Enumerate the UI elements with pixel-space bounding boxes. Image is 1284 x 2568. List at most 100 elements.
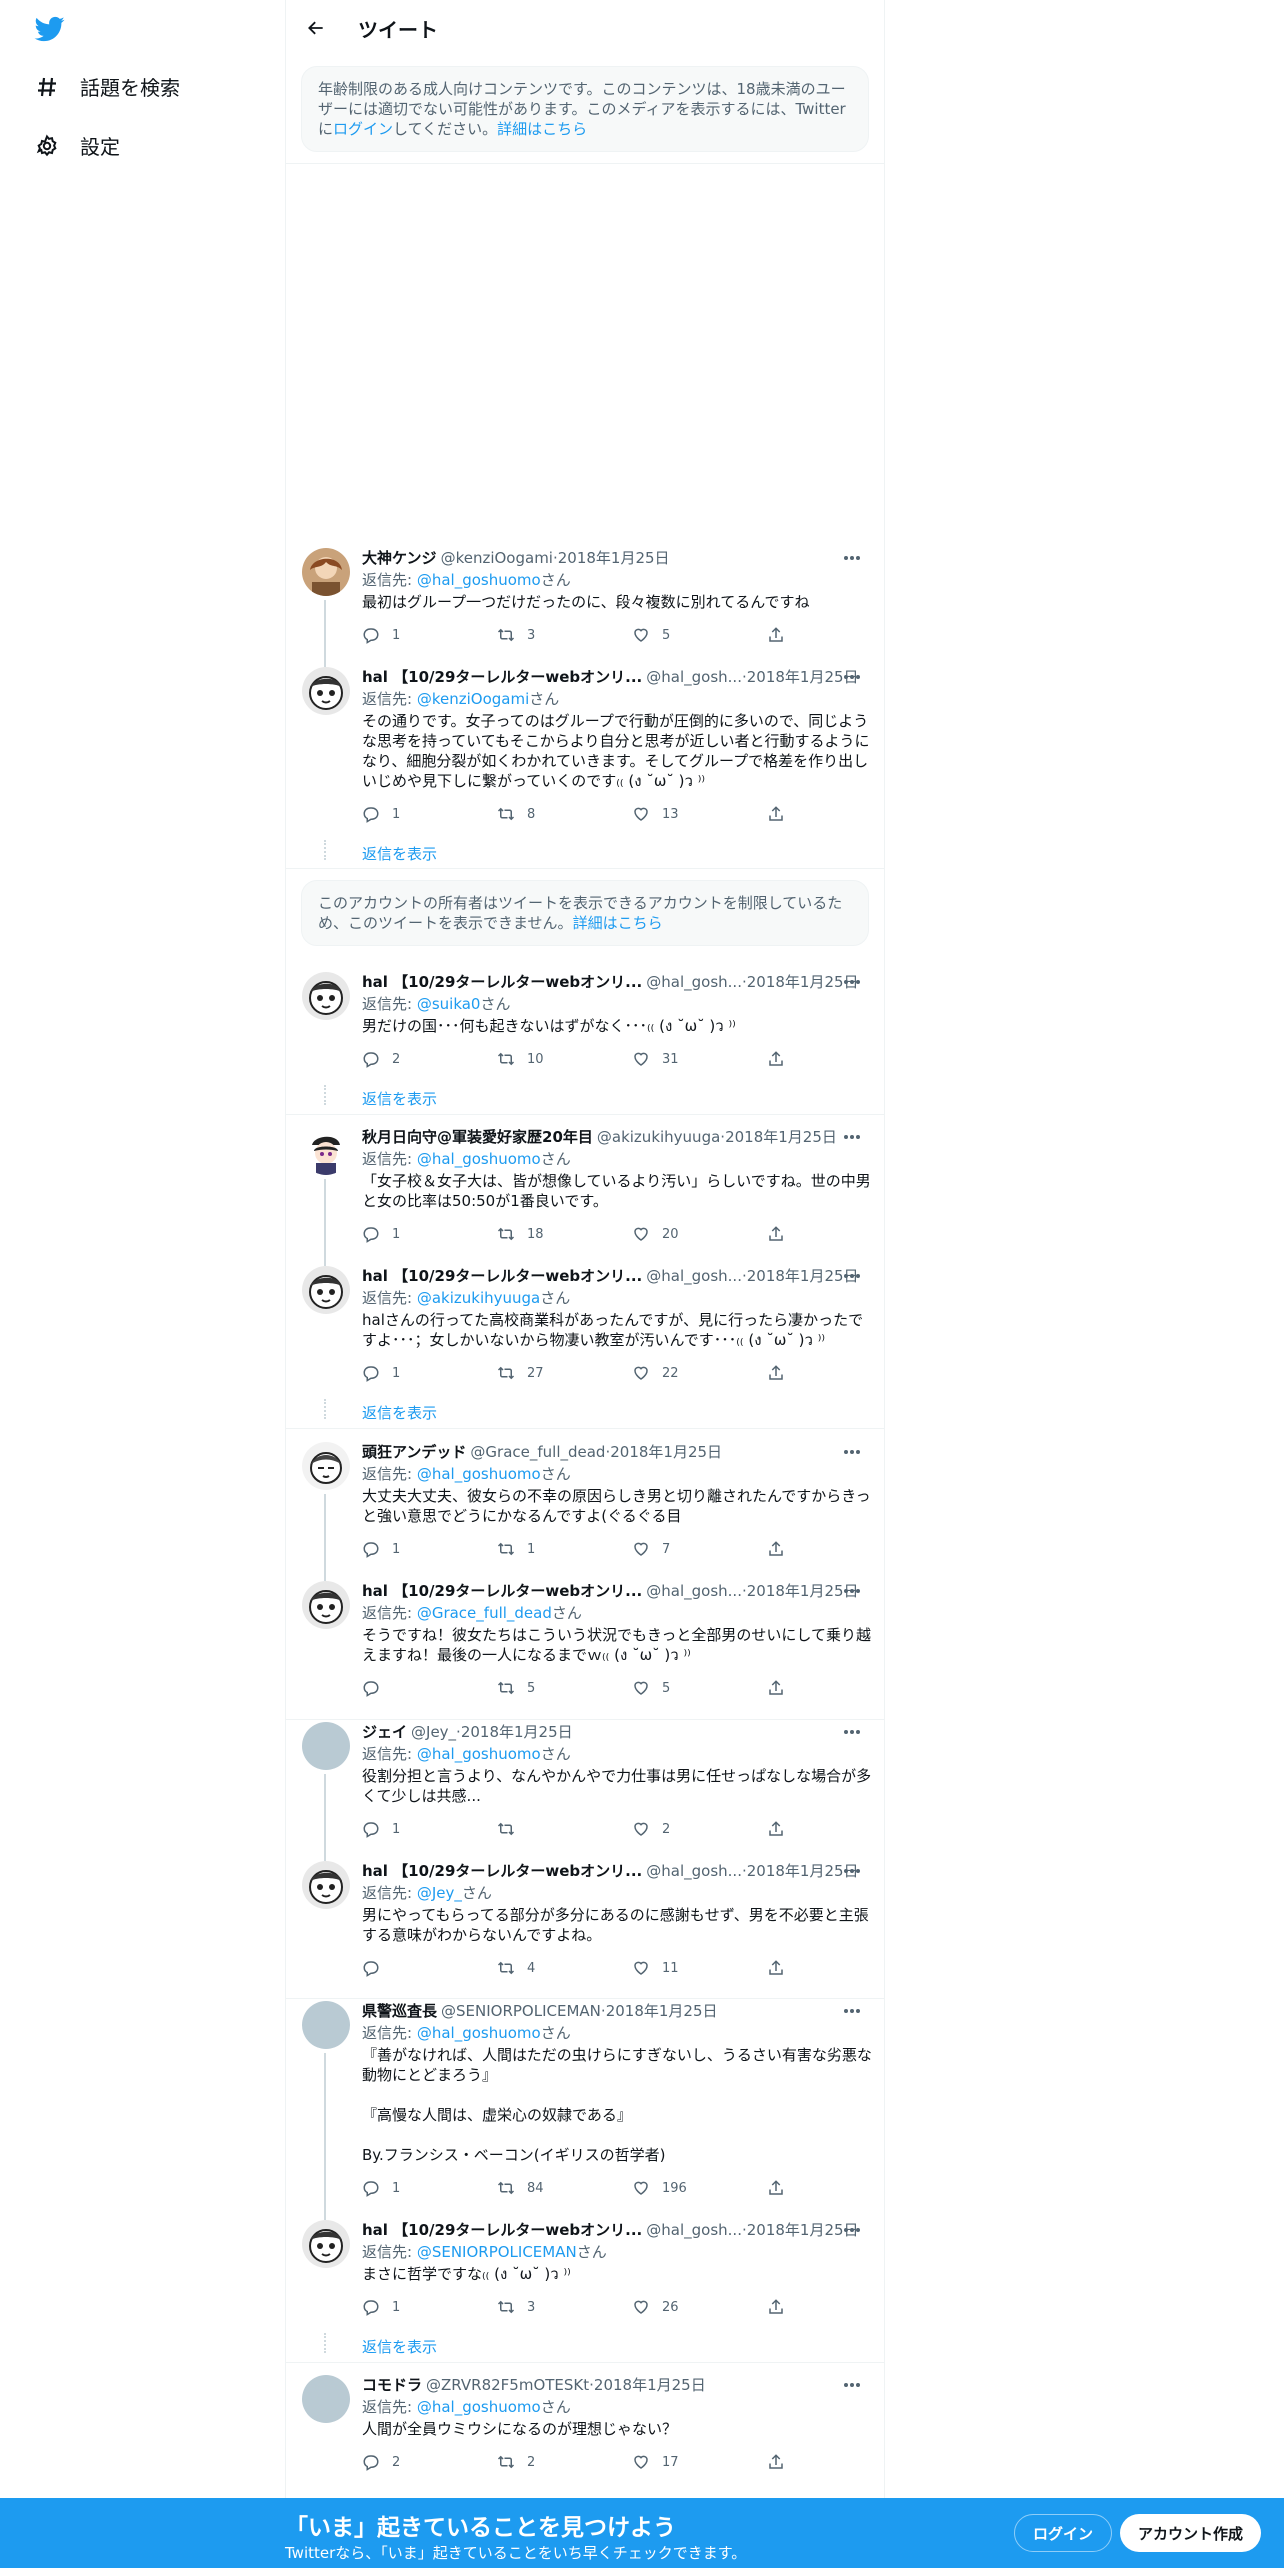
author-handle[interactable]: @hal_gosh...: [646, 2220, 742, 2240]
show-replies-link[interactable]: 返信を表示: [362, 1088, 437, 1109]
share-button[interactable]: [767, 625, 797, 645]
retweet-button[interactable]: 4: [497, 1958, 632, 1978]
reply-to-handle[interactable]: @hal_goshuomo: [417, 571, 541, 589]
author-handle[interactable]: @SENIORPOLICEMAN: [441, 2001, 601, 2021]
reply-to-handle[interactable]: @hal_goshuomo: [417, 2398, 541, 2416]
author-name[interactable]: hal 【10/29ターレルターwebオンリ...: [362, 667, 642, 687]
tweet-date[interactable]: 2018年1月25日: [606, 2001, 718, 2021]
sidebar-item-explore[interactable]: 話題を検索: [34, 72, 180, 101]
author-handle[interactable]: @hal_gosh...: [646, 1861, 742, 1881]
reply-button[interactable]: 1: [362, 2297, 497, 2317]
more-options-icon[interactable]: [842, 1127, 862, 1147]
reply-to-handle[interactable]: @hal_goshuomo: [417, 1150, 541, 1168]
signup-button[interactable]: アカウント作成: [1120, 2514, 1262, 2552]
reply-to-handle[interactable]: @hal_goshuomo: [417, 1745, 541, 1763]
share-button[interactable]: [767, 1049, 797, 1069]
tweet-date[interactable]: 2018年1月25日: [558, 548, 670, 568]
reply-to-handle[interactable]: @akizukihyuuga: [417, 1289, 540, 1307]
reply-button[interactable]: [362, 1958, 497, 1978]
avatar[interactable]: [302, 2220, 350, 2268]
reply-to-handle[interactable]: @hal_goshuomo: [417, 2024, 541, 2042]
avatar[interactable]: [302, 1722, 350, 1770]
reply-to-handle[interactable]: @suika0: [417, 995, 481, 1013]
author-name[interactable]: hal 【10/29ターレルターwebオンリ...: [362, 972, 642, 992]
reply-button[interactable]: 1: [362, 1363, 497, 1383]
reply-to-handle[interactable]: @kenziOogami: [417, 690, 529, 708]
reply-button[interactable]: 1: [362, 1224, 497, 1244]
author-handle[interactable]: @kenziOogami: [441, 548, 553, 568]
avatar[interactable]: [302, 667, 350, 715]
author-handle[interactable]: @ZRVR82F5mOTESKt: [426, 2375, 589, 2395]
tweet-date[interactable]: 2018年1月25日: [461, 1722, 573, 1742]
share-button[interactable]: [767, 1224, 797, 1244]
share-button[interactable]: [767, 1678, 797, 1698]
avatar[interactable]: [302, 2001, 350, 2049]
author-handle[interactable]: @hal_gosh...: [646, 1266, 742, 1286]
reply-button[interactable]: 1: [362, 804, 497, 824]
avatar[interactable]: [302, 1127, 350, 1175]
retweet-button[interactable]: 84: [497, 2178, 632, 2198]
like-button[interactable]: 20: [632, 1224, 767, 1244]
more-options-icon[interactable]: [842, 972, 862, 992]
avatar[interactable]: [302, 972, 350, 1020]
more-options-icon[interactable]: [842, 2001, 862, 2021]
show-replies-link[interactable]: 返信を表示: [362, 843, 437, 864]
author-handle[interactable]: @Jey_: [411, 1722, 456, 1742]
back-button[interactable]: [298, 10, 334, 46]
avatar[interactable]: [302, 1581, 350, 1629]
reply-button[interactable]: 1: [362, 1539, 497, 1559]
reply-to-handle[interactable]: @hal_goshuomo: [417, 1465, 541, 1483]
like-button[interactable]: 17: [632, 2452, 767, 2472]
share-button[interactable]: [767, 1363, 797, 1383]
more-options-icon[interactable]: [842, 2220, 862, 2240]
author-name[interactable]: 大神ケンジ: [362, 548, 437, 568]
tweet-date[interactable]: 2018年1月25日: [594, 2375, 706, 2395]
like-button[interactable]: 13: [632, 804, 767, 824]
author-name[interactable]: hal 【10/29ターレルターwebオンリ...: [362, 1861, 642, 1881]
author-name[interactable]: ジェイ: [362, 1722, 407, 1742]
reply-button[interactable]: [362, 1678, 497, 1698]
author-name[interactable]: hal 【10/29ターレルターwebオンリ...: [362, 1266, 642, 1286]
like-button[interactable]: 5: [632, 1678, 767, 1698]
reply-button[interactable]: 2: [362, 2452, 497, 2472]
twitter-bird-icon[interactable]: [33, 14, 67, 44]
retweet-button[interactable]: 3: [497, 2297, 632, 2317]
login-button[interactable]: ログイン: [1014, 2514, 1113, 2552]
more-options-icon[interactable]: [842, 1861, 862, 1881]
reply-to-handle[interactable]: @Grace_full_dead: [417, 1604, 552, 1622]
author-name[interactable]: 県警巡査長: [362, 2001, 437, 2021]
reply-button[interactable]: 2: [362, 1049, 497, 1069]
retweet-button[interactable]: 10: [497, 1049, 632, 1069]
more-options-icon[interactable]: [842, 1581, 862, 1601]
like-button[interactable]: 26: [632, 2297, 767, 2317]
learn-more-link[interactable]: 詳細はこちら: [497, 120, 587, 138]
show-replies-link[interactable]: 返信を表示: [362, 2336, 437, 2357]
like-button[interactable]: 11: [632, 1958, 767, 1978]
show-replies-link[interactable]: 返信を表示: [362, 1402, 437, 1423]
retweet-button[interactable]: 2: [497, 2452, 632, 2472]
like-button[interactable]: 5: [632, 625, 767, 645]
like-button[interactable]: 196: [632, 2178, 767, 2198]
author-name[interactable]: hal 【10/29ターレルターwebオンリ...: [362, 2220, 642, 2240]
login-link[interactable]: ログイン: [333, 120, 393, 138]
author-handle[interactable]: @hal_gosh...: [646, 1581, 742, 1601]
share-button[interactable]: [767, 804, 797, 824]
like-button[interactable]: 22: [632, 1363, 767, 1383]
more-options-icon[interactable]: [842, 1442, 862, 1462]
author-name[interactable]: hal 【10/29ターレルターwebオンリ...: [362, 1581, 642, 1601]
author-name[interactable]: 頭狂アンデッド: [362, 1442, 466, 1462]
author-handle[interactable]: @Grace_full_dead: [470, 1442, 605, 1462]
more-options-icon[interactable]: [842, 2375, 862, 2395]
share-button[interactable]: [767, 2297, 797, 2317]
retweet-button[interactable]: 3: [497, 625, 632, 645]
more-options-icon[interactable]: [842, 548, 862, 568]
avatar[interactable]: [302, 2375, 350, 2423]
learn-more-link[interactable]: 詳細はこちら: [573, 914, 663, 932]
share-button[interactable]: [767, 1819, 797, 1839]
reply-button[interactable]: 1: [362, 1819, 497, 1839]
author-handle[interactable]: @hal_gosh...: [646, 667, 742, 687]
avatar[interactable]: [302, 1442, 350, 1490]
tweet-date[interactable]: 2018年1月25日: [610, 1442, 722, 1462]
retweet-button[interactable]: 1: [497, 1539, 632, 1559]
sidebar-item-settings[interactable]: 設定: [34, 131, 120, 160]
